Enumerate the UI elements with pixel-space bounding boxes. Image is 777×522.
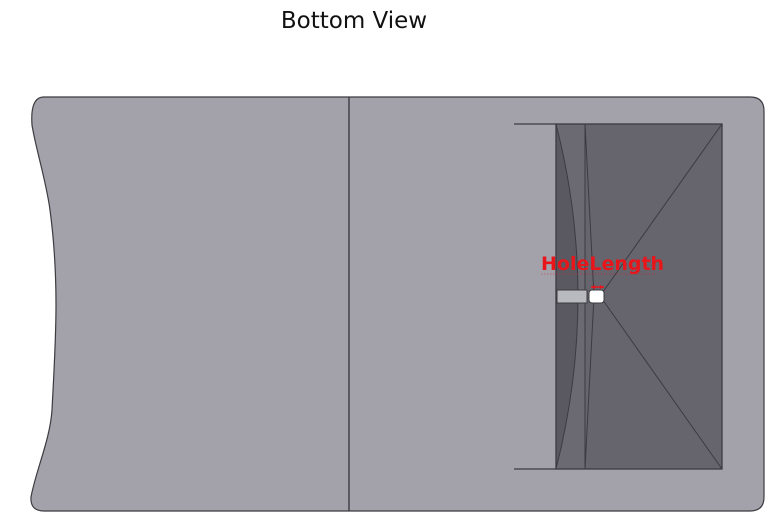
hole-end: [588, 289, 605, 304]
cad-bottom-view: HoleLength: [30, 96, 765, 512]
pocket-floor: [585, 124, 722, 469]
hole-slot: [556, 289, 588, 304]
dimension-label: HoleLength: [541, 253, 664, 275]
